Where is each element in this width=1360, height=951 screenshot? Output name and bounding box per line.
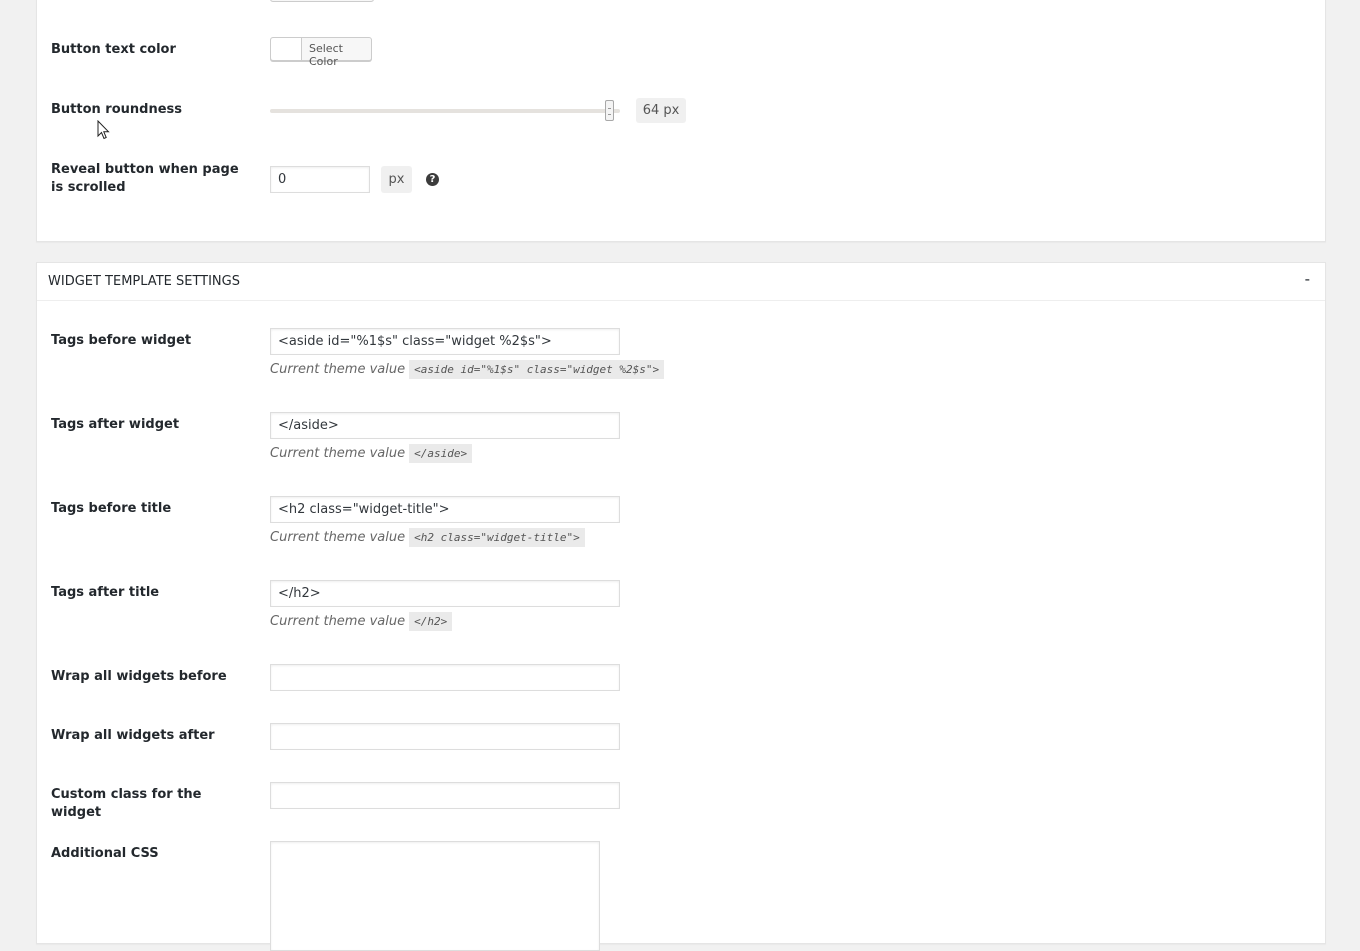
color-swatch bbox=[271, 38, 302, 60]
button-settings-panel: Button text color Select Color Button ro… bbox=[36, 0, 1326, 242]
button-roundness-label: Button roundness bbox=[51, 102, 183, 117]
tags-before-title-input[interactable] bbox=[270, 496, 620, 523]
button-text-color-label: Button text color bbox=[51, 42, 176, 57]
wrap-before-label: Wrap all widgets before bbox=[51, 669, 227, 684]
tags-before-widget-hint: Current theme value <aside id="%1$s" clas… bbox=[270, 360, 665, 380]
theme-value-code: </h2> bbox=[409, 612, 453, 631]
custom-class-label: Custom class for the widget bbox=[51, 787, 202, 820]
panel-title: WIDGET TEMPLATE SETTINGS bbox=[48, 274, 240, 289]
tags-after-widget-hint: Current theme value </aside> bbox=[270, 444, 473, 464]
roundness-value-badge: 64 px bbox=[636, 98, 686, 123]
theme-value-code: </aside> bbox=[409, 444, 473, 463]
tags-before-widget-label: Tags before widget bbox=[51, 333, 192, 348]
theme-value-code: <h2 class="widget-title"> bbox=[409, 528, 585, 547]
hint-prefix: Current theme value bbox=[270, 530, 406, 545]
hint-prefix: Current theme value bbox=[270, 362, 406, 377]
panel-header[interactable]: WIDGET TEMPLATE SETTINGS - bbox=[37, 263, 1325, 301]
theme-value-code: <aside id="%1$s" class="widget %2$s"> bbox=[409, 360, 665, 379]
question-circle-icon[interactable]: ? bbox=[426, 173, 439, 186]
wrap-after-label: Wrap all widgets after bbox=[51, 728, 215, 743]
reveal-on-scroll-input[interactable] bbox=[270, 166, 370, 193]
tags-after-title-label: Tags after title bbox=[51, 585, 160, 600]
additional-css-textarea[interactable] bbox=[270, 841, 600, 951]
widget-template-panel: WIDGET TEMPLATE SETTINGS - Tags before w… bbox=[36, 262, 1326, 951]
hint-prefix: Current theme value bbox=[270, 446, 406, 461]
roundness-slider-track[interactable] bbox=[270, 109, 620, 113]
hint-prefix: Current theme value bbox=[270, 614, 406, 629]
wrap-before-input[interactable] bbox=[270, 664, 620, 691]
reveal-on-scroll-label: Reveal button when page is scrolled bbox=[51, 162, 239, 195]
tags-after-widget-label: Tags after widget bbox=[51, 417, 180, 432]
select-color-button[interactable]: Select Color bbox=[270, 37, 372, 68]
collapse-toggle[interactable]: - bbox=[1305, 270, 1310, 288]
select-color-label: Select Color bbox=[309, 42, 343, 68]
tags-before-title-hint: Current theme value <h2 class="widget-tit… bbox=[270, 528, 585, 548]
tags-after-title-input[interactable] bbox=[270, 580, 620, 607]
tags-before-widget-input[interactable] bbox=[270, 328, 620, 355]
tags-after-title-hint: Current theme value </h2> bbox=[270, 612, 453, 632]
additional-css-label: Additional CSS bbox=[51, 846, 159, 861]
custom-class-input[interactable] bbox=[270, 782, 620, 809]
wrap-after-input[interactable] bbox=[270, 723, 620, 750]
roundness-slider-handle[interactable] bbox=[605, 100, 614, 121]
tags-before-title-label: Tags before title bbox=[51, 501, 172, 516]
mouse-cursor-icon bbox=[97, 120, 110, 140]
previous-color-button[interactable] bbox=[270, 0, 374, 2]
px-unit-badge: px bbox=[381, 166, 412, 193]
tags-after-widget-input[interactable] bbox=[270, 412, 620, 439]
